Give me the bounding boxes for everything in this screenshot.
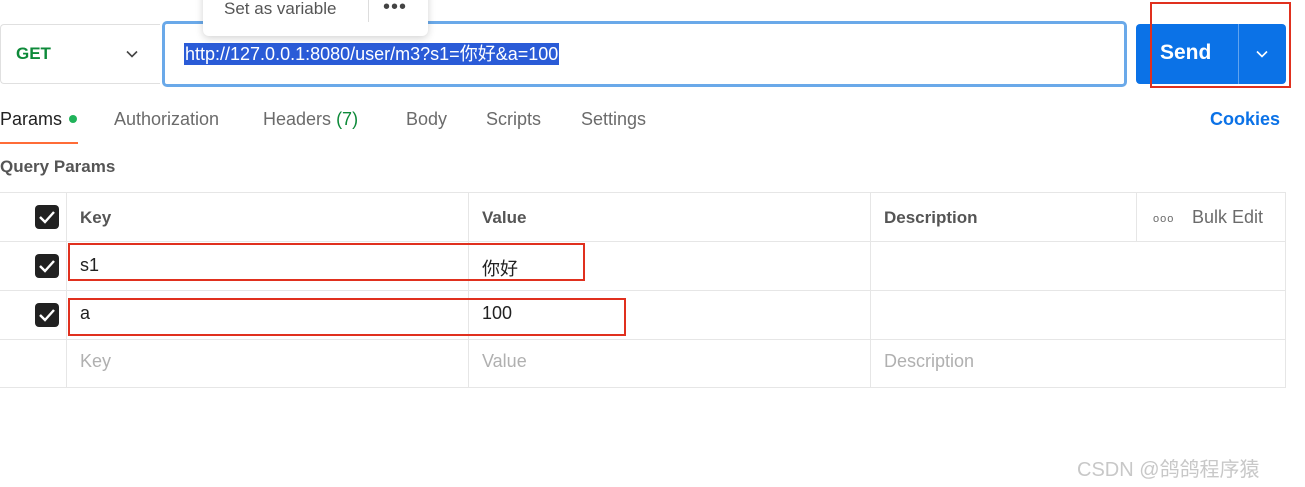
row-checkbox[interactable]	[35, 254, 59, 278]
row2-highlight-box	[68, 298, 626, 336]
method-label: GET	[16, 44, 51, 63]
tab-body[interactable]: Body	[406, 109, 447, 130]
cookies-link[interactable]: Cookies	[1210, 109, 1280, 130]
table-col-divider	[870, 192, 871, 388]
table-col-divider	[66, 192, 67, 388]
checkmark-icon	[39, 211, 55, 224]
tab-params[interactable]: Params	[0, 109, 62, 130]
new-value-field[interactable]: Value	[482, 351, 527, 372]
table-divider	[0, 241, 1286, 242]
send-highlight-box	[1150, 2, 1291, 88]
tab-headers[interactable]: Headers (7)	[263, 109, 358, 130]
row1-highlight-box	[68, 243, 585, 281]
tab-headers-count: (7)	[336, 109, 359, 129]
header-description: Description	[884, 208, 978, 227]
row-checkbox[interactable]	[35, 303, 59, 327]
chevron-down-icon	[126, 50, 138, 58]
select-all-checkbox[interactable]	[35, 205, 59, 229]
new-key-field[interactable]: Key	[80, 351, 111, 372]
new-description-field[interactable]: Description	[884, 351, 974, 372]
table-divider	[0, 339, 1286, 340]
tab-settings[interactable]: Settings	[581, 109, 646, 130]
table-border	[0, 192, 1286, 193]
selection-tooltip: Set as variable •••	[203, 0, 428, 36]
query-params-title: Query Params	[0, 157, 116, 176]
bulk-edit-dots-icon: ooo	[1153, 213, 1175, 225]
set-as-variable-button[interactable]: Set as variable	[224, 0, 336, 19]
bulk-edit-button[interactable]: Bulk Edit	[1192, 207, 1263, 228]
more-options-icon[interactable]: •••	[383, 0, 407, 19]
checkmark-icon	[39, 260, 55, 273]
header-value: Value	[482, 208, 527, 227]
checkmark-icon	[39, 309, 55, 322]
tooltip-divider	[368, 0, 369, 22]
tab-scripts[interactable]: Scripts	[486, 109, 541, 130]
tab-authorization[interactable]: Authorization	[114, 109, 219, 130]
url-text: http://127.0.0.1:8080/user/m3?s1=你好&a=10…	[184, 43, 560, 65]
active-tab-underline	[0, 142, 78, 144]
params-active-dot-icon	[69, 115, 77, 123]
watermark-text: CSDN @鸽鸽程序猿	[1077, 459, 1260, 481]
header-key: Key	[80, 208, 112, 227]
table-col-divider	[1136, 192, 1137, 241]
method-dropdown[interactable]: GET	[0, 24, 160, 84]
query-params-table: Key Value Description ooo Bulk Edit s1 你…	[0, 192, 1286, 388]
table-divider	[0, 290, 1286, 291]
tab-headers-label: Headers	[263, 109, 332, 129]
table-border	[1285, 192, 1286, 388]
table-col-divider	[468, 192, 469, 388]
table-border	[0, 387, 1286, 388]
